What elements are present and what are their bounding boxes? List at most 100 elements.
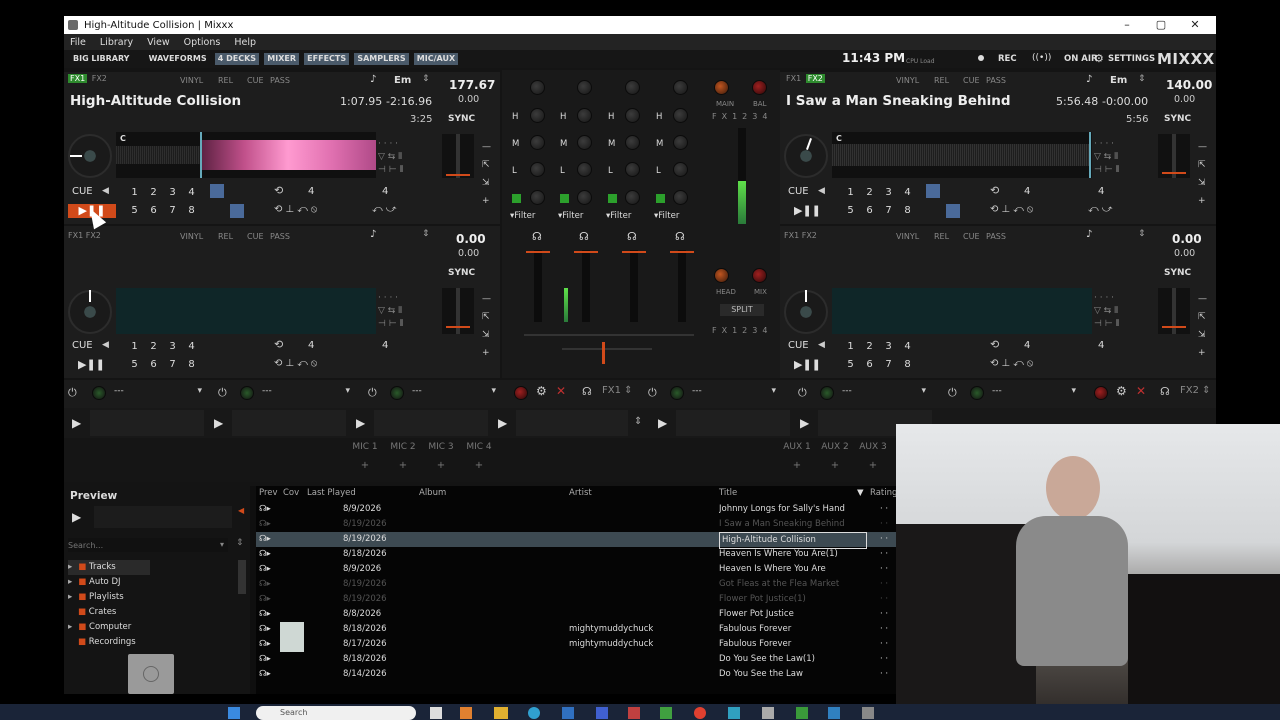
ch1-fader-handle[interactable]	[574, 251, 598, 253]
minimize-button[interactable]: –	[1110, 16, 1144, 34]
deck1-sync-button[interactable]: SYNC	[448, 114, 475, 124]
preview-play-icon[interactable]: ▶	[72, 510, 81, 524]
taskbar-app-icon[interactable]	[596, 707, 608, 719]
deck4-fx2-toggle[interactable]: FX2	[802, 231, 817, 240]
deck4-waveform[interactable]	[832, 288, 1092, 334]
cell-rating[interactable]: · ·	[880, 547, 888, 562]
deck2-hotcue-2[interactable]: 2	[863, 186, 876, 199]
deck2-hotcue-5[interactable]: 5	[844, 204, 857, 217]
deck2-loop-size[interactable]: 4	[1024, 186, 1030, 197]
deck2-hotcue-4[interactable]: 4	[901, 186, 914, 199]
preview-headphone-icon[interactable]: ☊▸	[259, 562, 271, 577]
deck1-key-stepper-icon[interactable]: ⇕	[422, 74, 430, 84]
deck3-vinyl-button[interactable]: VINYL	[180, 232, 203, 241]
deck1-loop-size[interactable]: 4	[308, 186, 314, 197]
deck2-quantize-icon[interactable]	[926, 184, 940, 198]
cell-rating[interactable]: · ·	[880, 577, 888, 592]
deck2-key-stepper-icon[interactable]: ⇕	[1138, 74, 1146, 84]
taskbar-app-icon[interactable]	[862, 707, 874, 719]
sampler3-play-icon[interactable]: ▶	[356, 416, 365, 430]
deck3-beatjump-size[interactable]: 4	[382, 340, 388, 351]
deck1-loop-icon[interactable]: ⟲	[274, 184, 283, 197]
big-library-button[interactable]: BIG LIBRARY	[70, 53, 132, 65]
ch3-fader-handle[interactable]	[526, 251, 550, 253]
deck4-beatjump-size[interactable]: 4	[1098, 340, 1104, 351]
fx3-power-icon[interactable]: ⏻	[368, 386, 377, 400]
deck1-hotcue-8[interactable]: 8	[185, 204, 198, 217]
ch2-volume-fader[interactable]	[630, 250, 638, 322]
ch2-headphone-icon[interactable]: ☊	[627, 230, 637, 243]
tree-item-tracks[interactable]: ▸ ■ Tracks	[68, 560, 150, 575]
waveforms-button[interactable]: WAVEFORMS	[146, 53, 210, 65]
ch1-filter-knob[interactable]	[577, 190, 592, 205]
sampler4-play-icon[interactable]: ▶	[498, 416, 507, 430]
crossfader-track[interactable]	[562, 348, 652, 350]
deck4-play-pause-button[interactable]: ▶❚❚	[794, 358, 821, 371]
ch4-volume-fader[interactable]	[678, 250, 686, 322]
deck1-cue-back-icon[interactable]: ◀	[102, 186, 109, 196]
deck1-keylock-icon[interactable]	[230, 204, 244, 218]
ch4-filter-knob[interactable]	[673, 190, 688, 205]
deck3-loop-icon[interactable]: ⟲	[274, 338, 283, 351]
deck1-hotcue-4[interactable]: 4	[185, 186, 198, 199]
deck4-pitch-handle[interactable]	[1162, 326, 1186, 328]
table-row[interactable]: ☊▸ 8/18/2026 Do You See the Law(1) · ·	[256, 652, 896, 667]
taskbar-app-icon[interactable]	[828, 707, 840, 719]
deck4-hotcue-2[interactable]: 2	[863, 340, 876, 353]
mic2-talkover-button[interactable]: +	[396, 460, 410, 471]
mic3-talkover-button[interactable]: +	[434, 460, 448, 471]
fx6-power-icon[interactable]: ⏻	[948, 386, 957, 400]
split-button[interactable]: SPLIT	[720, 304, 764, 316]
sampler2-play-icon[interactable]: ▶	[214, 416, 223, 430]
cell-rating[interactable]: · ·	[880, 667, 888, 682]
deck1-pass-button[interactable]: PASS	[270, 76, 290, 85]
table-row[interactable]: ☊▸ 8/19/2026 I Saw a Man Sneaking Behind · …	[256, 517, 896, 532]
fx5-power-icon[interactable]: ⏻	[798, 386, 807, 400]
menu-library[interactable]: Library	[100, 37, 133, 48]
deck1-hotcue-1[interactable]: 1	[128, 186, 141, 199]
chrome-icon[interactable]	[694, 707, 706, 719]
deck4-rel-button[interactable]: REL	[934, 232, 949, 241]
deck1-key[interactable]: Em	[394, 75, 411, 86]
table-row[interactable]: ☊▸ 8/17/2026 mightymuddychuck Fabulous Fore…	[256, 637, 896, 652]
tree-item-playlists[interactable]: ▸ ■ Playlists	[68, 590, 244, 605]
deck4-vinyl-button[interactable]: VINYL	[896, 232, 919, 241]
table-row[interactable]: ☊▸ 8/9/2026 Heaven Is Where You Are · ·	[256, 562, 896, 577]
cell-rating[interactable]: · ·	[880, 622, 888, 637]
deck1-hotcue-2[interactable]: 2	[147, 186, 160, 199]
deck2-sync-button[interactable]: SYNC	[1164, 114, 1191, 124]
deck4-loop-size[interactable]: 4	[1024, 340, 1030, 351]
ch1-eq-high-knob[interactable]	[577, 108, 592, 123]
taskbar-app-icon[interactable]	[728, 707, 740, 719]
deck2-waveform[interactable]: C	[832, 132, 1092, 178]
deck4-key-stepper-icon[interactable]: ⇕	[1138, 229, 1146, 239]
ch2-gain-knob[interactable]	[625, 80, 640, 95]
deck3-pitch-handle[interactable]	[446, 326, 470, 328]
deck3-play-pause-button[interactable]: ▶❚❚	[78, 358, 105, 371]
cell-rating[interactable]: · ·	[880, 502, 888, 517]
table-row[interactable]: ☊▸ 8/19/2026 Got Fleas at the Flea Market ·…	[256, 577, 896, 592]
ch4-headphone-icon[interactable]: ☊	[675, 230, 685, 243]
search-dropdown-icon[interactable]: ▾	[220, 540, 224, 549]
deck1-fx1-toggle[interactable]: FX1	[68, 74, 88, 83]
preview-headphone-icon[interactable]: ☊▸	[259, 652, 271, 667]
deck4-pass-button[interactable]: PASS	[986, 232, 1006, 241]
cell-rating[interactable]: · ·	[880, 517, 888, 532]
headphone-gain-knob[interactable]	[714, 268, 729, 283]
taskbar-search[interactable]: Search	[256, 706, 416, 720]
close-button[interactable]: ✕	[1178, 16, 1212, 34]
deck2-beatjump-size[interactable]: 4	[1098, 186, 1104, 197]
fx3-meta-knob[interactable]	[390, 386, 404, 400]
fxunit2-headphone-icon[interactable]: ☊	[1160, 385, 1170, 398]
ch3-gain-knob[interactable]	[530, 80, 545, 95]
preview-headphone-icon[interactable]: ☊▸	[259, 667, 271, 682]
on-air-button[interactable]: ON AIR	[1064, 54, 1098, 64]
ch3-headphone-icon[interactable]: ☊	[532, 230, 542, 243]
deck3-hotcue-5[interactable]: 5	[128, 358, 141, 371]
maximize-button[interactable]: ▢	[1144, 16, 1178, 34]
start-icon[interactable]	[228, 707, 240, 719]
head-fx-assign[interactable]: FX1234	[712, 326, 772, 335]
mic-aux-button[interactable]: MIC/AUX	[413, 53, 459, 65]
col-header-album[interactable]: Album	[419, 486, 446, 500]
tree-item-crates[interactable]: ■ Crates	[68, 605, 244, 620]
